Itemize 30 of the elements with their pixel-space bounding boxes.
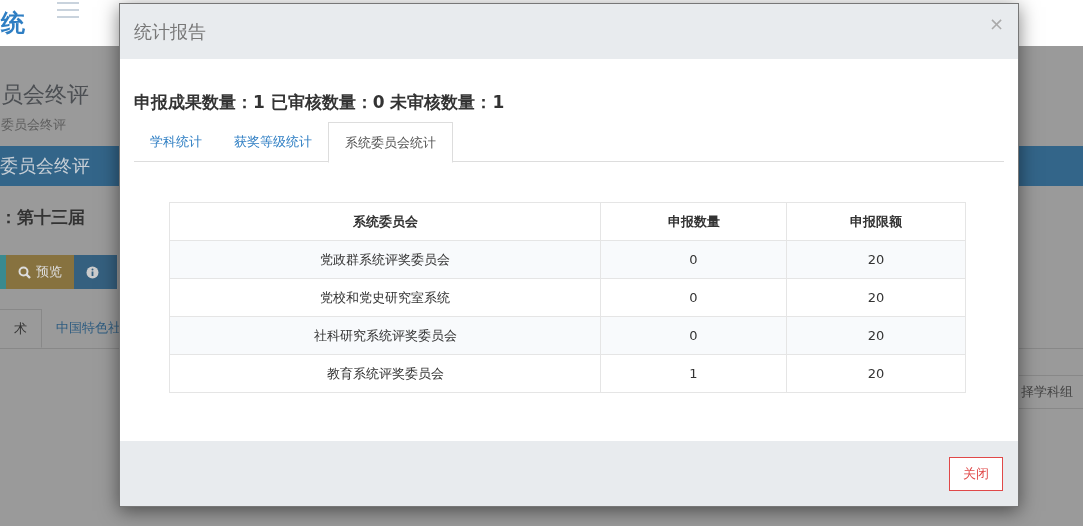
table-cell: 0	[600, 240, 787, 279]
close-button[interactable]: 关闭	[949, 456, 1003, 491]
search-icon	[18, 265, 31, 279]
menu-icon[interactable]	[57, 2, 79, 18]
summary-text: 申报成果数量：1 已审核数量：0 未审核数量：1	[134, 91, 506, 114]
info-icon	[86, 265, 99, 279]
page-title: 员会终评	[1, 81, 89, 109]
table-cell: 0	[600, 316, 787, 355]
table-cell: 党校和党史研究室系统	[169, 278, 601, 317]
logo-text: 统	[1, 8, 25, 39]
table-cell: 党政群系统评奖委员会	[169, 240, 601, 279]
column-header: 申报限额	[786, 202, 966, 241]
table-cell: 社科研究系统评奖委员会	[169, 316, 601, 355]
page-tab[interactable]: 中国特色社	[42, 309, 121, 348]
table-cell: 20	[786, 354, 966, 393]
table-cell: 0	[600, 278, 787, 317]
table-cell: 1	[600, 354, 787, 393]
column-header: 申报数量	[600, 202, 787, 241]
column-header: 系统委员会	[169, 202, 601, 241]
info-button[interactable]	[74, 255, 117, 289]
session-label: ：第十三届	[0, 206, 85, 229]
table-cell: 20	[786, 316, 966, 355]
action-button[interactable]	[0, 255, 6, 289]
table-cell: 教育系统评奖委员会	[169, 354, 601, 393]
page-tab[interactable]: 术	[0, 309, 42, 348]
preview-button[interactable]: 预览	[6, 255, 74, 289]
table-cell: 20	[786, 240, 966, 279]
modal-title: 统计报告	[134, 19, 206, 44]
stats-tab[interactable]: 系统委员会统计	[328, 122, 453, 163]
table-cell: 20	[786, 278, 966, 317]
